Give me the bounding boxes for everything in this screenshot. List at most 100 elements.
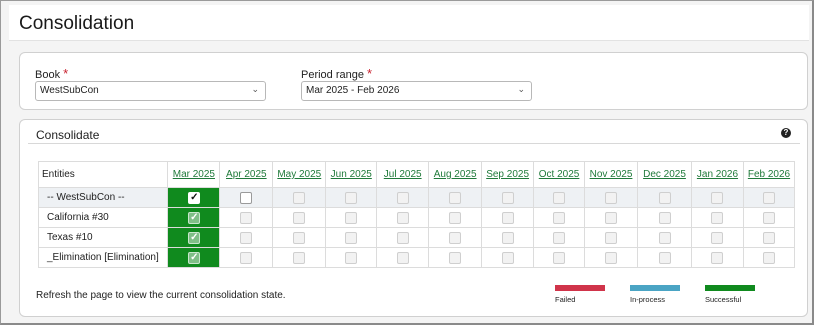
period-link[interactable]: Sep 2025 xyxy=(486,169,529,180)
period-cell xyxy=(584,187,638,208)
consolidate-checkbox xyxy=(658,191,671,204)
period-link[interactable]: Jan 2026 xyxy=(697,169,738,180)
app-frame: Consolidation Book * WestSubCon ⌄ Period … xyxy=(0,0,814,325)
title-bar: Consolidation xyxy=(9,5,809,41)
legend-in-process-label: In-process xyxy=(630,295,666,304)
consolidate-checkbox xyxy=(605,251,618,264)
period-select-value: Mar 2025 - Feb 2026 xyxy=(306,85,400,96)
period-link[interactable]: Mar 2025 xyxy=(173,169,215,180)
help-icon[interactable]: ? xyxy=(781,128,791,138)
divider xyxy=(28,143,800,144)
consolidate-checkbox xyxy=(711,191,724,204)
period-cell xyxy=(584,207,638,228)
consolidate-checkbox xyxy=(396,251,409,264)
period-cell xyxy=(376,227,430,248)
consolidate-checkbox xyxy=(658,251,671,264)
consolidate-checkbox xyxy=(711,211,724,224)
consolidate-checkbox xyxy=(293,251,306,264)
period-link[interactable]: Feb 2026 xyxy=(748,169,790,180)
period-cell: ✓ xyxy=(167,247,221,268)
entity-name: California #30 xyxy=(37,207,169,228)
consolidate-checkbox xyxy=(762,191,775,204)
period-cell xyxy=(428,227,483,248)
period-cell xyxy=(637,187,692,208)
period-cell xyxy=(325,187,378,208)
table-row: _Elimination [Elimination] ✓ xyxy=(37,247,796,268)
period-required-mark: * xyxy=(367,66,373,81)
period-cell xyxy=(637,207,692,228)
period-link[interactable]: Oct 2025 xyxy=(539,169,580,180)
period-link[interactable]: Dec 2025 xyxy=(643,169,686,180)
consolidate-checkbox xyxy=(762,231,775,244)
period-range-select[interactable]: Mar 2025 - Feb 2026 ⌄ xyxy=(301,81,532,101)
consolidate-checkbox xyxy=(396,211,409,224)
legend-successful: Successful xyxy=(705,285,755,304)
consolidate-checkbox xyxy=(658,231,671,244)
legend-in-process: In-process xyxy=(630,285,680,304)
consolidate-checkbox xyxy=(396,231,409,244)
period-cell xyxy=(376,247,430,268)
period-link[interactable]: Aug 2025 xyxy=(434,169,477,180)
consolidate-checkbox xyxy=(240,231,253,244)
consolidate-checkbox xyxy=(658,211,671,224)
book-label-text: Book xyxy=(35,69,61,81)
book-select-value: WestSubCon xyxy=(40,85,99,96)
consolidate-checkbox xyxy=(293,211,306,224)
consolidate-checkbox xyxy=(293,231,306,244)
period-header: Jan 2026 xyxy=(691,161,744,188)
legend-failed: Failed xyxy=(555,285,605,304)
period-cell xyxy=(691,227,744,248)
period-header: Apr 2025 xyxy=(219,161,274,188)
period-cell xyxy=(742,227,796,248)
period-link[interactable]: Nov 2025 xyxy=(590,169,633,180)
period-cell xyxy=(219,207,274,228)
grid-header-row: Entities Mar 2025 Apr 2025 May 2025 Jun 202… xyxy=(37,161,796,188)
consolidate-checkbox xyxy=(711,231,724,244)
period-cell xyxy=(481,227,535,248)
consolidate-checkbox xyxy=(762,211,775,224)
consolidate-checkbox xyxy=(293,191,306,204)
period-cell xyxy=(584,247,638,268)
table-row: -- WestSubCon -- ✓ xyxy=(37,187,796,208)
check-icon: ✓ xyxy=(190,211,199,223)
consolidate-checkbox xyxy=(345,231,358,244)
period-cell: ✓ xyxy=(167,187,221,208)
chevron-down-icon: ⌄ xyxy=(251,84,259,94)
period-cell: ✓ xyxy=(167,227,221,248)
period-cell xyxy=(272,187,327,208)
period-cell xyxy=(376,207,430,228)
consolidate-checkbox xyxy=(605,231,618,244)
entity-name: -- WestSubCon -- xyxy=(37,187,169,208)
chevron-down-icon: ⌄ xyxy=(517,84,525,94)
consolidate-checkbox[interactable]: ✓ xyxy=(187,191,200,204)
consolidate-checkbox[interactable] xyxy=(240,191,253,204)
book-select[interactable]: WestSubCon ⌄ xyxy=(35,81,266,101)
period-cell xyxy=(219,247,274,268)
period-header: Oct 2025 xyxy=(533,161,586,188)
consolidate-checkbox: ✓ xyxy=(187,211,200,224)
period-cell xyxy=(325,227,378,248)
filters-card: Book * WestSubCon ⌄ Period range * Mar 202… xyxy=(19,52,808,110)
book-label: Book * xyxy=(35,66,68,81)
period-cell xyxy=(533,247,586,268)
consolidate-checkbox xyxy=(501,191,514,204)
consolidate-checkbox: ✓ xyxy=(187,231,200,244)
consolidate-checkbox xyxy=(711,251,724,264)
period-cell xyxy=(691,187,744,208)
period-cell xyxy=(325,247,378,268)
period-cell xyxy=(481,247,535,268)
book-required-mark: * xyxy=(63,66,69,81)
period-cell xyxy=(691,247,744,268)
period-label: Period range * xyxy=(301,66,372,81)
consolidate-checkbox xyxy=(345,251,358,264)
period-link[interactable]: Jun 2025 xyxy=(331,169,372,180)
period-cell xyxy=(272,227,327,248)
period-cell xyxy=(272,247,327,268)
consolidate-checkbox xyxy=(345,211,358,224)
period-link[interactable]: Apr 2025 xyxy=(226,169,267,180)
entities-header: Entities xyxy=(37,161,169,188)
period-link[interactable]: Jul 2025 xyxy=(384,169,422,180)
period-cell xyxy=(325,207,378,228)
period-cell xyxy=(742,247,796,268)
period-link[interactable]: May 2025 xyxy=(277,169,321,180)
